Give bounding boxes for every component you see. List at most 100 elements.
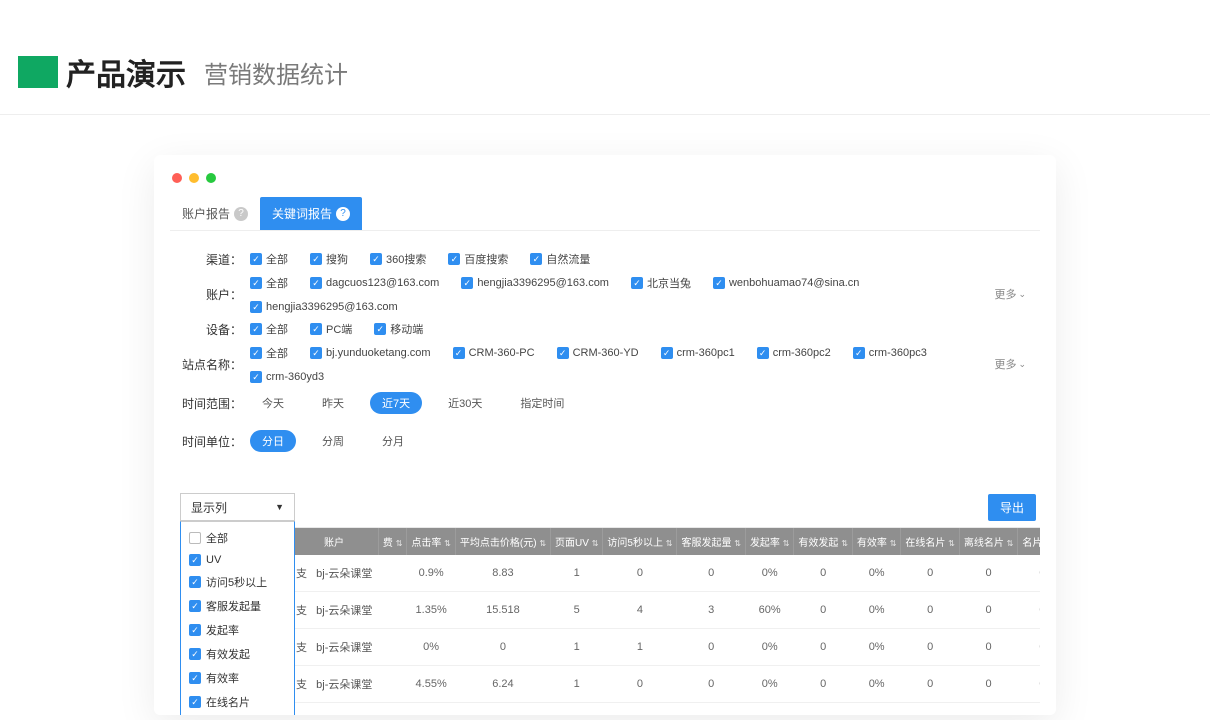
- checkbox-icon: ✓: [310, 253, 322, 265]
- dot-green: [206, 173, 216, 183]
- channel-option[interactable]: ✓全部: [250, 251, 288, 267]
- account-option[interactable]: ✓hengjia3396295@163.com: [461, 277, 609, 289]
- column-option[interactable]: ✓离线名片: [181, 714, 294, 715]
- column-option[interactable]: ✓ 有效发起: [181, 642, 294, 666]
- option-label: 搜狗: [326, 251, 348, 267]
- channel-option[interactable]: ✓360搜索: [370, 251, 426, 267]
- cell-account: 支 bj-云朵课堂: [290, 555, 378, 592]
- column-option-label: 发起率: [206, 622, 239, 638]
- table-header[interactable]: 名片索取率: [1018, 528, 1040, 555]
- sort-icon: ⇅: [444, 539, 451, 548]
- table-row: bj-云朵课堂0%00000%00%000%: [290, 703, 1040, 716]
- channel-option[interactable]: ✓自然流量: [530, 251, 590, 267]
- time-range-option[interactable]: 近7天: [370, 392, 422, 414]
- account-option[interactable]: ✓hengjia3396295@163.com: [250, 301, 398, 313]
- column-option[interactable]: ✓客服发起量: [181, 594, 294, 618]
- sort-icon: ⇅: [666, 539, 673, 548]
- cell: 0%: [1018, 703, 1040, 716]
- table-header[interactable]: 平均点击价格(元) ⇅: [455, 528, 550, 555]
- tab-account-report[interactable]: 账户报告 ?: [170, 197, 260, 230]
- table-header[interactable]: 在线名片 ⇅: [901, 528, 959, 555]
- cell: 0%: [1018, 555, 1040, 592]
- device-option[interactable]: ✓全部: [250, 321, 288, 337]
- time-unit-option[interactable]: 分周: [310, 430, 356, 452]
- checkbox-icon: ✓: [310, 347, 322, 359]
- table-header[interactable]: 有效发起 ⇅: [794, 528, 852, 555]
- option-label: crm-360pc3: [869, 347, 927, 359]
- checkbox-icon: ✓: [189, 576, 201, 588]
- site-option[interactable]: ✓crm-360yd3: [250, 371, 324, 383]
- table-header[interactable]: 访问5秒以上 ⇅: [603, 528, 677, 555]
- time-range-option[interactable]: 昨天: [310, 392, 356, 414]
- table-header[interactable]: 页面UV ⇅: [551, 528, 603, 555]
- checkbox-icon: ✓: [310, 323, 322, 335]
- column-option-label: 有效发起: [206, 646, 250, 662]
- account-option[interactable]: ✓北京当兔: [631, 275, 691, 291]
- site-option[interactable]: ✓bj.yunduoketang.com: [310, 347, 431, 359]
- cell: 0: [603, 703, 677, 716]
- account-option[interactable]: ✓dagcuos123@163.com: [310, 277, 439, 289]
- column-option[interactable]: ✓UV: [181, 550, 294, 570]
- more-toggle[interactable]: 更多⌄: [994, 286, 1030, 302]
- help-icon[interactable]: ?: [336, 207, 350, 221]
- cell: 0%: [852, 629, 900, 666]
- cell: 0: [677, 666, 745, 703]
- table-header[interactable]: 有效率 ⇅: [852, 528, 900, 555]
- account-option[interactable]: ✓wenbohuamao74@sina.cn: [713, 277, 859, 289]
- time-range-option[interactable]: 今天: [250, 392, 296, 414]
- more-toggle[interactable]: 更多⌄: [994, 356, 1030, 372]
- site-option[interactable]: ✓CRM-360-YD: [557, 347, 639, 359]
- option-label: CRM-360-PC: [469, 347, 535, 359]
- channel-option[interactable]: ✓ 搜狗: [310, 251, 348, 267]
- cell: 1: [551, 666, 603, 703]
- column-select[interactable]: 显示列 ▼: [180, 493, 295, 521]
- cell-account: bj-云朵课堂: [290, 703, 378, 716]
- account-option[interactable]: ✓全部: [250, 275, 288, 291]
- caret-down-icon: ▼: [275, 502, 284, 512]
- export-button[interactable]: 导出: [988, 494, 1036, 521]
- cell: 1: [603, 629, 677, 666]
- table-header[interactable]: 发起率 ⇅: [745, 528, 793, 555]
- column-option[interactable]: 全部: [181, 526, 294, 550]
- site-option[interactable]: ✓crm-360pc1: [661, 347, 735, 359]
- time-range-option[interactable]: 近30天: [436, 392, 494, 414]
- cell: 1.35%: [407, 592, 455, 629]
- checkbox-icon: ✓: [461, 277, 473, 289]
- checkbox-icon: ✓: [189, 600, 201, 612]
- column-option[interactable]: ✓发起率: [181, 618, 294, 642]
- channel-option[interactable]: ✓百度搜索: [448, 251, 508, 267]
- time-unit-option[interactable]: 分日: [250, 430, 296, 452]
- column-option[interactable]: ✓有效率: [181, 666, 294, 690]
- table-header[interactable]: 点击率 ⇅: [407, 528, 455, 555]
- checkbox-icon: ✓: [530, 253, 542, 265]
- site-option[interactable]: ✓CRM-360-PC: [453, 347, 535, 359]
- tab-label: 账户报告: [182, 205, 230, 222]
- help-icon[interactable]: ?: [234, 207, 248, 221]
- window-dots: [170, 169, 1040, 197]
- site-option[interactable]: ✓全部: [250, 345, 288, 361]
- cell: 0: [455, 629, 550, 666]
- table-header[interactable]: 客服发起量 ⇅: [677, 528, 745, 555]
- site-option[interactable]: ✓crm-360pc2: [757, 347, 831, 359]
- table-header[interactable]: 费 ⇅: [378, 528, 406, 555]
- checkbox-icon: ✓: [189, 648, 201, 660]
- cell: 0.9%: [407, 555, 455, 592]
- time-unit-option[interactable]: 分月: [370, 430, 416, 452]
- checkbox-icon: ✓: [250, 253, 262, 265]
- column-option-label: UV: [206, 554, 221, 566]
- table-header[interactable]: 离线名片 ⇅: [959, 528, 1017, 555]
- checkbox-icon: ✓: [448, 253, 460, 265]
- chevron-down-icon: ⌄: [1018, 359, 1026, 370]
- device-option[interactable]: ✓PC端: [310, 321, 352, 337]
- site-option[interactable]: ✓crm-360pc3: [853, 347, 927, 359]
- tab-keyword-report[interactable]: 关键词报告 ?: [260, 197, 362, 230]
- cell: 0%: [1018, 629, 1040, 666]
- cell: 4: [603, 592, 677, 629]
- cell-account: 支 bj-云朵课堂: [290, 592, 378, 629]
- column-option[interactable]: ✓在线名片: [181, 690, 294, 714]
- time-range-option[interactable]: 指定时间: [508, 392, 576, 414]
- sort-icon: ⇅: [1007, 539, 1014, 548]
- table-header[interactable]: 账户: [290, 528, 378, 555]
- device-option[interactable]: ✓移动端: [374, 321, 423, 337]
- column-option[interactable]: ✓访问5秒以上: [181, 570, 294, 594]
